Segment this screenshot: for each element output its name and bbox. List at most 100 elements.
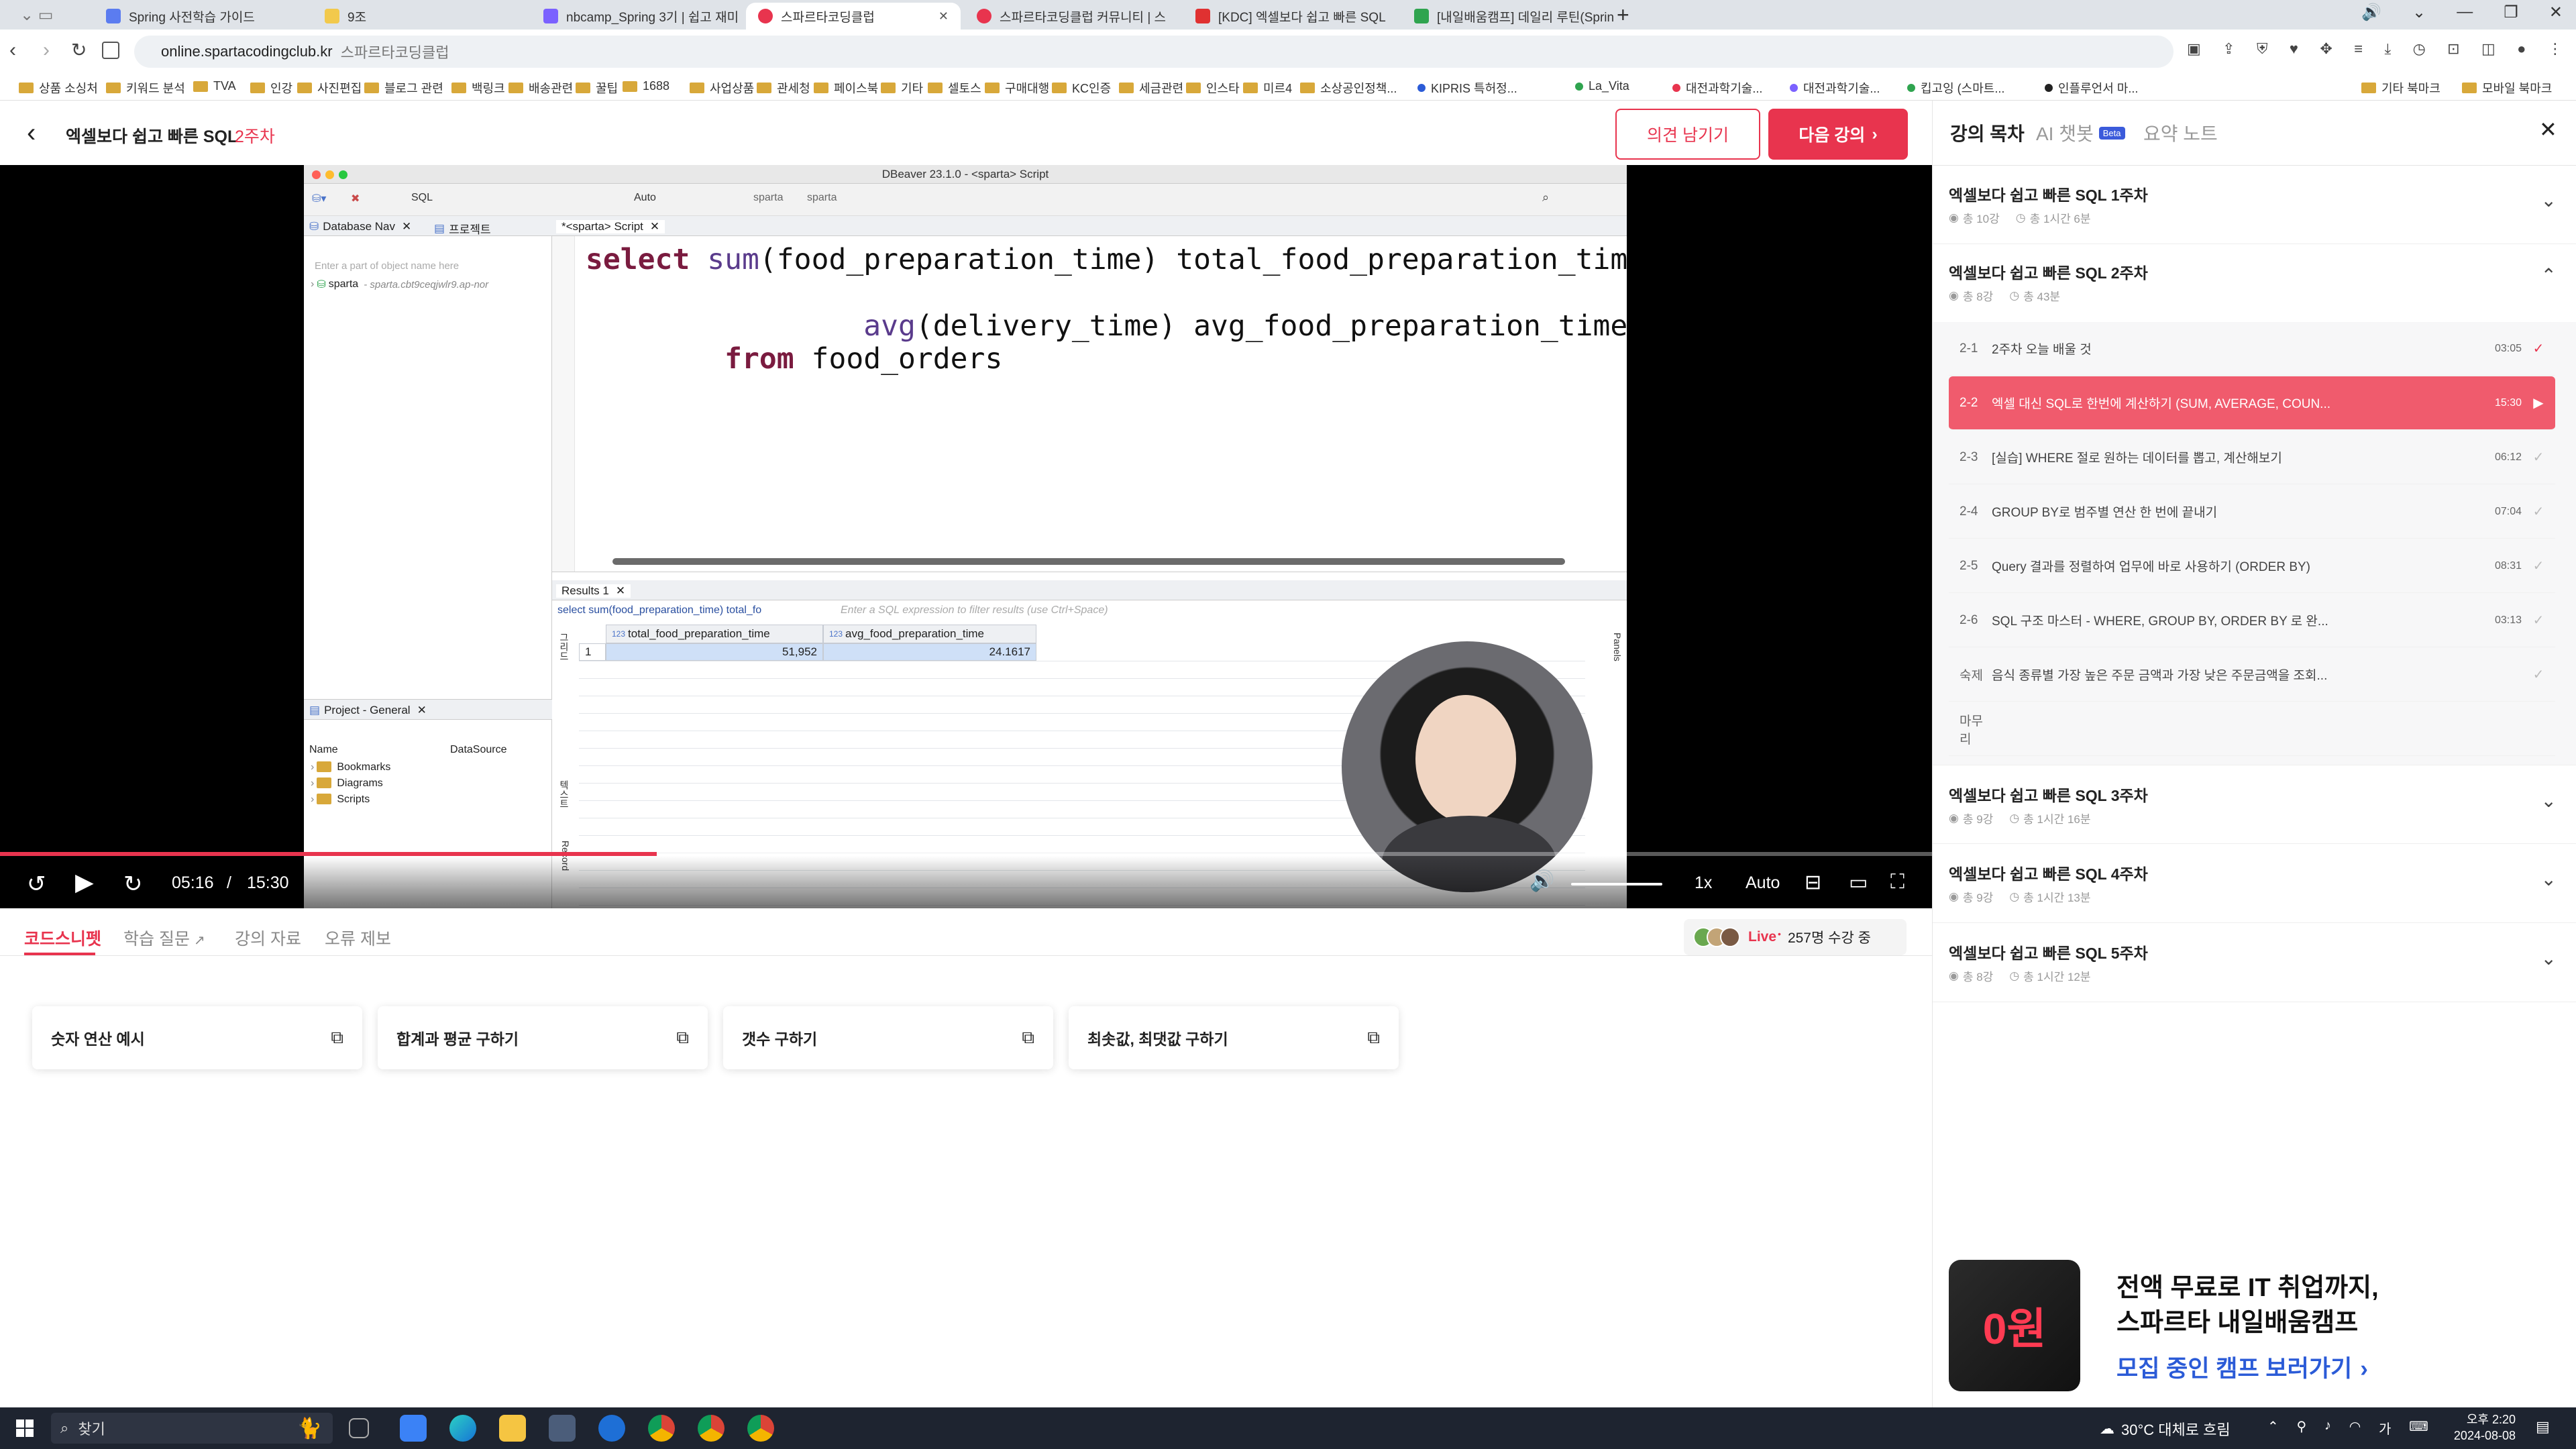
new-tab-icon[interactable]: + (1617, 3, 1629, 28)
chrome-icon[interactable] (747, 1415, 774, 1442)
bookmark-item[interactable]: 블로그 관련 (364, 79, 443, 97)
snippet-card[interactable]: 갯수 구하기 ⧉ (723, 1006, 1053, 1069)
sidebar-tab-toc[interactable]: 강의 목차 (1950, 119, 2025, 146)
lesson-item[interactable]: 숙제 음식 종류별 가장 높은 주문 금액과 가장 낮은 주문금액을 조회... ✓ (1949, 648, 2555, 702)
bookmark-item[interactable]: 구매대행 (985, 79, 1049, 97)
lesson-item[interactable]: 마무리 (1949, 702, 2555, 756)
browser-tab-active[interactable]: 스파르타코딩클럽 ✕ (746, 3, 961, 30)
script-tab[interactable]: *<sparta> Script ✕ (556, 220, 665, 233)
bookmark-item[interactable]: 인플루언서 마... (2045, 79, 2138, 97)
disconnect-icon[interactable]: ✖ (351, 192, 360, 205)
column-header[interactable]: 123 total_food_preparation_time (606, 625, 823, 643)
bookmark-item[interactable]: 사진편집 (297, 79, 362, 97)
project-item[interactable]: › Bookmarks (311, 761, 390, 773)
lesson-item[interactable]: 2-6 SQL 구조 마스터 - WHERE, GROUP BY, ORDER B… (1949, 594, 2555, 647)
bookmark-item[interactable]: 페이스북 (814, 79, 878, 97)
chrome-icon[interactable] (698, 1415, 724, 1442)
bookmark-item[interactable]: 기타 북마크 (2361, 79, 2440, 97)
bookmark-item[interactable]: 소상공인정책... (1300, 79, 1397, 97)
volume-icon[interactable]: 🔊 (1529, 869, 1554, 893)
reload-icon[interactable]: ↻ (71, 39, 87, 61)
reading-list-icon[interactable]: ≡ (2354, 40, 2363, 58)
bookmark-item[interactable]: 미르4 (1243, 79, 1292, 97)
week-section[interactable]: 엑셀보다 쉽고 빠른 SQL 4주차 ◉ 총 9강 ◷ 총 1시간 13분 ⌄ (1933, 844, 2576, 923)
object-filter-input[interactable]: Enter a part of object name here (315, 260, 459, 272)
bookmark-item[interactable]: 세금관련 (1119, 79, 1183, 97)
captions-icon[interactable]: ⊟ (1805, 871, 1821, 894)
browser-tab[interactable]: Spring 사전학습 가이드 (94, 3, 309, 30)
profile-icon[interactable]: ● (2517, 40, 2526, 58)
bookmark-item[interactable]: KIPRIS 특허정... (1417, 79, 1517, 97)
week-section[interactable]: 엑셀보다 쉽고 빠른 SQL 3주차 ◉ 총 9강 ◷ 총 1시간 16분 ⌄ (1933, 765, 2576, 844)
bookmark-item[interactable]: 백링크 (451, 79, 505, 97)
tab-code-snippet[interactable]: 코드스니펫 (24, 926, 101, 950)
bookmark-item[interactable]: 키워드 분석 (106, 79, 185, 97)
forward-icon[interactable]: › (43, 39, 50, 62)
speed-button[interactable]: 1x (1695, 873, 1712, 893)
bookmark-item[interactable]: 대전과학기술... (1672, 79, 1762, 97)
tree-item-sparta[interactable]: › ⛁ sparta - sparta.cbt9ceqjwlr9.ap-nor (311, 278, 488, 291)
rewind-10-icon[interactable]: ↺ (27, 871, 46, 898)
windows-start-icon[interactable] (16, 1419, 34, 1437)
column-header[interactable]: 123 avg_food_preparation_time (823, 625, 1036, 643)
lesson-item[interactable]: 2-1 2주차 오늘 배울 것 03:05 ✓ (1949, 322, 2555, 376)
tab-search-icon[interactable]: ⌄ (2412, 3, 2426, 22)
menu-icon[interactable]: ⋮ (2548, 40, 2563, 58)
play-icon[interactable]: ▶ (75, 868, 94, 896)
text-view-label[interactable]: 텍스트 (556, 780, 571, 808)
share-icon[interactable]: ⇪ (2222, 40, 2235, 58)
bookmark-item[interactable]: 킵고잉 (스마트... (1907, 79, 2004, 97)
project-tab[interactable]: ▤ 프로젝트 (434, 220, 491, 237)
chrome-icon[interactable] (648, 1415, 675, 1442)
dbeaver-app-icon[interactable] (549, 1415, 576, 1442)
copy-icon[interactable]: ⧉ (1367, 1027, 1380, 1049)
lesson-item[interactable]: 2-5 Query 결과를 정렬하여 업무에 바로 사용하기 (ORDER BY)… (1949, 539, 2555, 593)
bookmark-item[interactable]: 꿀팁 (576, 79, 618, 97)
notification-icon[interactable]: ▤ (2536, 1418, 2550, 1436)
volume-icon[interactable]: ♪ (2324, 1418, 2331, 1438)
network-icon[interactable]: ⚲ (2297, 1418, 2307, 1438)
search-icon[interactable]: ⌕ (1542, 191, 1549, 205)
bookmark-item[interactable]: 셀토스 (928, 79, 981, 97)
sidebar-tab-notes[interactable]: 요약 노트 (2143, 119, 2218, 146)
puzzle-icon[interactable]: ✥ (2320, 40, 2332, 58)
ad-link[interactable]: 모집 중인 캠프 보러가기 › (2116, 1350, 2368, 1384)
project-item[interactable]: › Scripts (311, 794, 370, 806)
browser-tab[interactable]: [KDC] 엑셀보다 쉽고 빠른 SQL (1183, 3, 1398, 30)
sql-editor-button[interactable]: SQL (411, 192, 433, 204)
history-icon[interactable]: ◷ (2413, 40, 2426, 58)
lesson-item[interactable]: 2-4 GROUP BY로 범주별 연산 한 번에 끝내기 07:04 ✓ (1949, 485, 2555, 539)
bookmark-item[interactable]: 기타 (881, 79, 923, 97)
editor-scrollbar[interactable] (612, 558, 1565, 565)
active-schema-selector[interactable]: sparta (807, 192, 837, 204)
browser-menu-icon[interactable]: ⌄ ▭ (20, 5, 60, 24)
bookmark-item[interactable]: 배송관련 (508, 79, 573, 97)
bookmark-item[interactable]: La_Vita (1575, 79, 1629, 93)
volume-slider[interactable] (1571, 883, 1662, 885)
extension-icon[interactable]: ♥ (2290, 40, 2298, 58)
feedback-button[interactable]: 의견 남기기 (1615, 109, 1760, 160)
app-icon[interactable] (598, 1415, 625, 1442)
weather-widget[interactable]: ☁ 30°C 대체로 흐림 (2100, 1418, 2231, 1440)
tab-report-error[interactable]: 오류 제보 (325, 926, 391, 950)
bookmark-item[interactable]: 인강 (250, 79, 292, 97)
close-window-icon[interactable]: ✕ (2549, 3, 2563, 22)
project-item[interactable]: › Diagrams (311, 777, 383, 790)
snippet-card[interactable]: 숫자 연산 예시 ⧉ (32, 1006, 362, 1069)
snippet-card[interactable]: 합계과 평균 구하기 ⧉ (378, 1006, 708, 1069)
browser-tab[interactable]: 9조 (313, 3, 527, 30)
bookmark-item[interactable]: 모바일 북마크 (2462, 79, 2552, 97)
tab-materials[interactable]: 강의 자료 (235, 926, 301, 950)
lesson-item[interactable]: 2-3 [실습] WHERE 절로 원하는 데이터를 뽑고, 계산해보기 06:12… (1949, 431, 2555, 484)
close-tab-icon[interactable]: ✕ (933, 9, 949, 23)
task-view-icon[interactable] (349, 1418, 369, 1438)
taskbar-search[interactable]: ⌕ 찾기 🐈 (51, 1413, 333, 1444)
file-explorer-icon[interactable] (499, 1415, 526, 1442)
camp-ad-banner[interactable]: 0원 전액 무료로 IT 취업까지, 스파르타 내일배움캠프 모집 중인 캠프 … (1949, 1260, 2566, 1394)
active-db-selector[interactable]: sparta (753, 192, 783, 204)
copy-icon[interactable]: ⧉ (1022, 1027, 1034, 1049)
grid-view-label[interactable]: 그리드 (556, 633, 571, 661)
bookmark-item[interactable]: 인스타 (1186, 79, 1240, 97)
keyboard-icon[interactable]: ⌨ (2409, 1418, 2428, 1438)
copy-icon[interactable]: ⧉ (331, 1027, 343, 1049)
